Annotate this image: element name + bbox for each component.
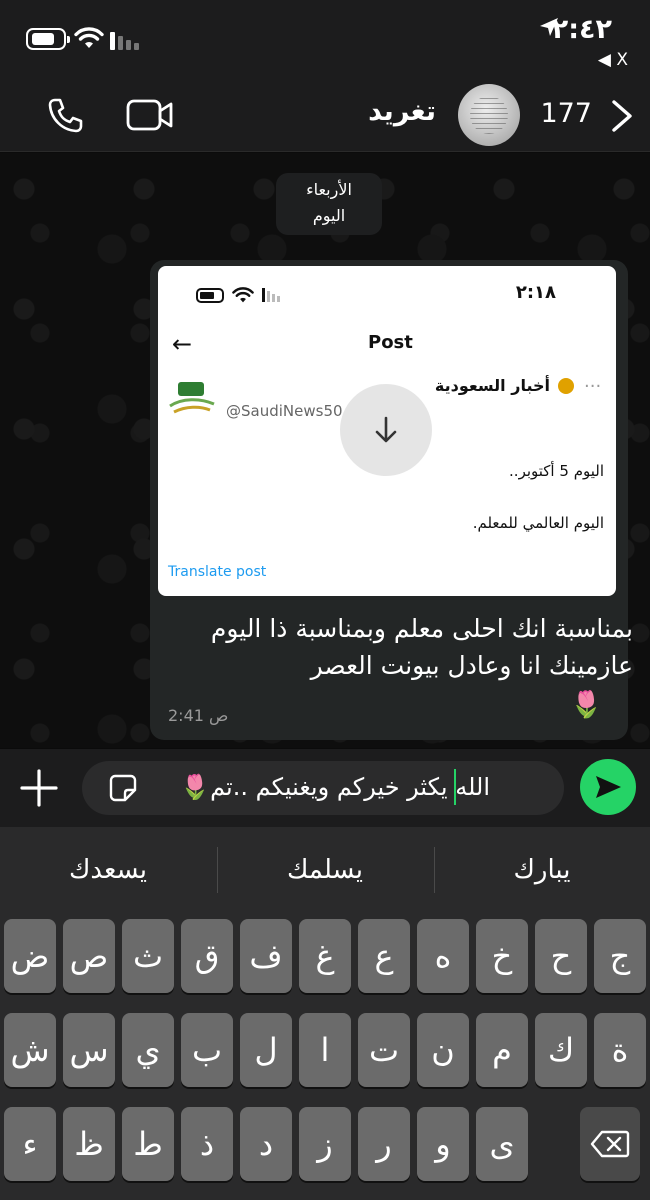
- key[interactable]: ذ: [181, 1107, 233, 1181]
- key[interactable]: ض: [4, 919, 56, 993]
- key[interactable]: ن: [417, 1013, 469, 1087]
- key[interactable]: ا: [299, 1013, 351, 1087]
- translate-post-link: Translate post: [168, 564, 267, 580]
- attach-plus-icon[interactable]: [18, 767, 60, 809]
- image-attachment[interactable]: ٢:١٨ ← Post أخبار السعودية @SaudiNews50 …: [158, 266, 616, 596]
- back-to-app-link[interactable]: ◀ X: [598, 50, 628, 70]
- post-line-2: اليوم العالمي للمعلم.: [472, 514, 604, 532]
- suggestion-item[interactable]: يبارك: [434, 855, 650, 885]
- key[interactable]: ص: [63, 919, 115, 993]
- key[interactable]: و: [417, 1107, 469, 1181]
- cellular-signal-icon: [110, 30, 139, 50]
- suggestion-bar: يسعدك يسلمك يبارك: [0, 827, 650, 915]
- key[interactable]: ع: [358, 919, 410, 993]
- chat-header: تغريد 177: [0, 80, 650, 152]
- post-line-1: اليوم 5 أكتوبر..: [509, 462, 604, 480]
- key[interactable]: ح: [535, 919, 587, 993]
- contact-avatar[interactable]: [458, 84, 520, 146]
- video-call-icon[interactable]: [126, 98, 174, 132]
- date-day: الأربعاء: [306, 180, 352, 199]
- download-button[interactable]: [340, 384, 432, 476]
- account-handle: @SaudiNews50: [226, 402, 343, 420]
- chat-area[interactable]: الأربعاء اليوم ٢:١٨ ← Post أخبار السعودي…: [0, 153, 650, 748]
- back-chevron-icon[interactable]: [610, 98, 636, 134]
- back-arrow-icon: ←: [172, 330, 193, 358]
- key[interactable]: د: [240, 1107, 292, 1181]
- key[interactable]: ر: [358, 1107, 410, 1181]
- verified-badge-icon: [558, 378, 574, 394]
- key[interactable]: ء: [4, 1107, 56, 1181]
- key[interactable]: ك: [535, 1013, 587, 1087]
- key[interactable]: ل: [240, 1013, 292, 1087]
- key[interactable]: ب: [181, 1013, 233, 1087]
- more-options-icon: ···: [584, 376, 602, 397]
- composer-bar: الله يكثر خيركم ويغنيكم ..تم🌷: [0, 749, 650, 827]
- key[interactable]: ظ: [63, 1107, 115, 1181]
- screenshot-time: ٢:١٨: [515, 282, 556, 303]
- key[interactable]: ج: [594, 919, 646, 993]
- key[interactable]: خ: [476, 919, 528, 993]
- key[interactable]: س: [63, 1013, 115, 1087]
- suggestion-item[interactable]: يسلمك: [217, 855, 433, 885]
- message-text: بمناسبة انك احلى معلم وبمناسبة ذا اليوم …: [210, 614, 633, 680]
- wifi-icon: [232, 287, 254, 303]
- key[interactable]: ف: [240, 919, 292, 993]
- key[interactable]: ة: [594, 1013, 646, 1087]
- message-timestamp: 2:41 ص: [168, 706, 229, 725]
- key[interactable]: ت: [358, 1013, 410, 1087]
- screenshot-title: Post: [368, 332, 413, 353]
- key[interactable]: غ: [299, 919, 351, 993]
- sticker-icon[interactable]: [108, 773, 138, 803]
- clock-time: ٢:٤٢: [551, 14, 612, 45]
- battery-icon: [196, 288, 224, 303]
- keyboard: يسعدك يسلمك يبارك ض ص ث ق ف غ ع ه خ ح ج …: [0, 827, 650, 1200]
- key[interactable]: ث: [122, 919, 174, 993]
- message-emoji: 🌷: [570, 690, 603, 720]
- date-separator: الأربعاء اليوم: [276, 173, 382, 235]
- key[interactable]: ق: [181, 919, 233, 993]
- send-icon: [596, 776, 621, 798]
- key[interactable]: م: [476, 1013, 528, 1087]
- send-button[interactable]: [580, 759, 636, 815]
- news-logo: [169, 382, 215, 414]
- suggestion-item[interactable]: يسعدك: [0, 855, 216, 885]
- wifi-icon: [74, 27, 104, 48]
- key[interactable]: ي: [122, 1013, 174, 1087]
- status-bar: ٢:٤٢ ◀ X: [0, 0, 650, 80]
- cellular-signal-icon: [262, 288, 280, 302]
- key[interactable]: ش: [4, 1013, 56, 1087]
- download-arrow-icon: [375, 416, 397, 443]
- key[interactable]: ط: [122, 1107, 174, 1181]
- text-cursor: [454, 769, 456, 805]
- message-input[interactable]: الله يكثر خيركم ويغنيكم ..تم🌷: [82, 761, 564, 815]
- contact-name[interactable]: تغريد: [368, 96, 436, 127]
- backspace-icon: [590, 1130, 630, 1158]
- unread-count[interactable]: 177: [540, 98, 592, 129]
- date-label: اليوم: [312, 206, 346, 225]
- voice-call-icon[interactable]: [46, 96, 84, 134]
- battery-icon: [26, 28, 70, 50]
- key[interactable]: ز: [299, 1107, 351, 1181]
- key[interactable]: ه: [417, 919, 469, 993]
- account-name: أخبار السعودية: [434, 376, 550, 395]
- backspace-key[interactable]: [580, 1107, 640, 1181]
- message-input-text: الله يكثر خيركم ويغنيكم ..تم🌷: [180, 773, 490, 801]
- key[interactable]: ى: [476, 1107, 528, 1181]
